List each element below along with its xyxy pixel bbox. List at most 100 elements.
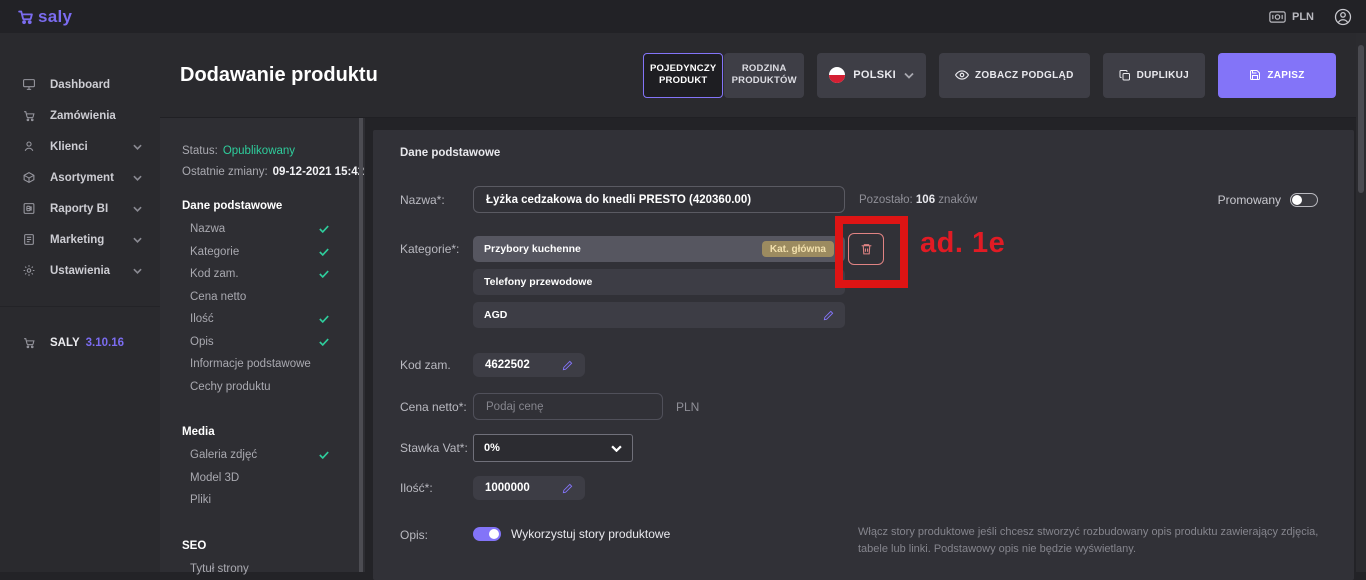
net-price-row: Cena netto*: PLN [400, 393, 1354, 420]
category-name: Przybory kuchenne [484, 243, 581, 255]
chevron-down-icon [133, 144, 142, 150]
monitor-icon [22, 78, 37, 91]
category-item[interactable]: AGD [473, 302, 845, 328]
tab-single-product[interactable]: POJEDYNCZY PRODUKT [643, 53, 723, 98]
subnav-group-seo: SEO [182, 534, 365, 558]
sidebar-item-ustawienia[interactable]: Ustawienia [0, 255, 160, 286]
cart-icon [22, 109, 37, 122]
preview-button[interactable]: ZOBACZ PODGLĄD [939, 53, 1090, 98]
cart-icon [22, 336, 37, 349]
save-icon [1249, 69, 1261, 81]
topbar: saly PLN [0, 0, 1366, 33]
main-sidebar: Dashboard Zamówienia Klienci Asortyment … [0, 33, 160, 572]
subnav-item-opis[interactable]: Opis [182, 331, 365, 354]
vat-rate-select[interactable]: 0% [473, 434, 633, 462]
description-label: Opis: [400, 527, 473, 542]
categories-row: Kategorie*: Przybory kuchenne Kat. główn… [400, 236, 1354, 328]
save-button[interactable]: ZAPISZ [1218, 53, 1336, 98]
currency-selector[interactable]: PLN [1269, 11, 1314, 23]
sidebar-item-asortyment[interactable]: Asortyment [0, 162, 160, 193]
check-icon [319, 270, 329, 278]
order-code-value: 4622502 [485, 359, 530, 371]
profile-button[interactable] [1334, 8, 1352, 26]
subnav-item-cechy-produktu[interactable]: Cechy produktu [182, 376, 365, 399]
app-version: 3.10.16 [86, 337, 124, 349]
name-label: Nazwa*: [400, 193, 473, 207]
pencil-icon[interactable] [562, 483, 573, 494]
subnav-item-nazwa[interactable]: Nazwa [182, 218, 365, 241]
bi-report-icon [22, 202, 37, 215]
pencil-icon[interactable] [562, 360, 573, 371]
chevron-down-icon [133, 206, 142, 212]
chevron-down-icon [904, 72, 914, 79]
scrollbar-thumb[interactable] [1358, 45, 1364, 193]
description-row: Opis: Wykorzystuj story produktowe Włącz… [400, 527, 1354, 542]
duplicate-label: DUPLIKUJ [1137, 70, 1189, 81]
subnav-item-model-3d[interactable]: Model 3D [182, 467, 365, 490]
subnav-item-pliki[interactable]: Pliki [182, 489, 365, 512]
subnav-group-media: Media [182, 420, 365, 444]
subnav-item-galeria-zdjec[interactable]: Galeria zdjęć [182, 444, 365, 467]
vat-rate-label: Stawka Vat*: [400, 441, 473, 455]
story-toggle-label: Wykorzystuj story produktowe [511, 527, 670, 541]
order-code-row: Kod zam. 4622502 [400, 353, 1354, 377]
subnav-item-informacje-podstawowe[interactable]: Informacje podstawowe [182, 353, 365, 376]
category-item[interactable]: Telefony przewodowe [473, 269, 845, 295]
sidebar-item-label: Marketing [50, 234, 104, 246]
sidebar-item-label: Ustawienia [50, 265, 110, 277]
user-icon [22, 140, 37, 153]
vat-rate-row: Stawka Vat*: 0% [400, 434, 1354, 462]
app-logo[interactable]: saly [16, 7, 72, 27]
subnav-item-kod-zam[interactable]: Kod zam. [182, 263, 365, 286]
net-price-label: Cena netto*: [400, 400, 473, 414]
eye-icon [955, 70, 969, 80]
subnav-item-cena-netto[interactable]: Cena netto [182, 286, 365, 309]
check-icon [319, 338, 329, 346]
net-price-input[interactable] [473, 393, 663, 420]
annotation-text: ad. 1e [920, 227, 1005, 260]
subnav-item-kategorie[interactable]: Kategorie [182, 241, 365, 264]
sidebar-item-dashboard[interactable]: Dashboard [0, 69, 160, 100]
status-value: Opublikowany [223, 145, 295, 157]
subnav-item-ilosc[interactable]: Ilość [182, 308, 365, 331]
order-code-field[interactable]: 4622502 [473, 353, 585, 377]
sidebar-item-label: Zamówienia [50, 110, 116, 122]
categories-label: Kategorie*: [400, 236, 473, 256]
app-name: SALY [50, 337, 80, 349]
main-category-badge: Kat. główna [762, 241, 834, 257]
duplicate-button[interactable]: DUPLIKUJ [1103, 53, 1205, 98]
pencil-icon[interactable] [823, 310, 834, 321]
category-item-main[interactable]: Przybory kuchenne Kat. główna [473, 236, 845, 262]
sidebar-divider [0, 306, 160, 307]
name-input[interactable] [473, 186, 845, 213]
promoted-label: Promowany [1218, 193, 1281, 207]
basic-data-card: Dane podstawowe Nazwa*: Pozostało: 106 z… [373, 130, 1354, 580]
check-icon [319, 225, 329, 233]
preview-label: ZOBACZ PODGLĄD [975, 70, 1074, 81]
description-hint: Włącz story produktowe jeśli chcesz stwo… [858, 524, 1328, 557]
user-circle-icon [1334, 8, 1352, 26]
language-dropdown[interactable]: POLSKI [817, 53, 926, 98]
tab-product-family[interactable]: RODZINA PRODUKTÓW [724, 53, 804, 98]
quantity-value: 1000000 [485, 482, 530, 494]
category-list: Przybory kuchenne Kat. główna Telefony p… [473, 236, 845, 328]
poland-flag-icon [829, 67, 845, 83]
vat-rate-value: 0% [484, 442, 500, 454]
chevron-down-icon [133, 237, 142, 243]
sidebar-item-raporty-bi[interactable]: Raporty BI [0, 193, 160, 224]
currency-code: PLN [1292, 11, 1314, 23]
sidebar-item-marketing[interactable]: Marketing [0, 224, 160, 255]
story-toggle[interactable] [473, 527, 501, 541]
sidebar-item-label: Klienci [50, 141, 88, 153]
sidebar-item-klienci[interactable]: Klienci [0, 131, 160, 162]
sidebar-item-label: Asortyment [50, 172, 114, 184]
quantity-field[interactable]: 1000000 [473, 476, 585, 500]
promoted-toggle[interactable] [1290, 193, 1318, 207]
delete-category-button[interactable] [848, 233, 884, 265]
language-label: POLSKI [853, 69, 896, 81]
chevron-down-icon [133, 268, 142, 274]
page-scrollbar[interactable] [1356, 33, 1366, 572]
sidebar-item-zamowienia[interactable]: Zamówienia [0, 100, 160, 131]
subnav-item-tytul-strony[interactable]: Tytuł strony [182, 558, 365, 580]
changed-label: Ostatnie zmiany: [182, 166, 268, 178]
